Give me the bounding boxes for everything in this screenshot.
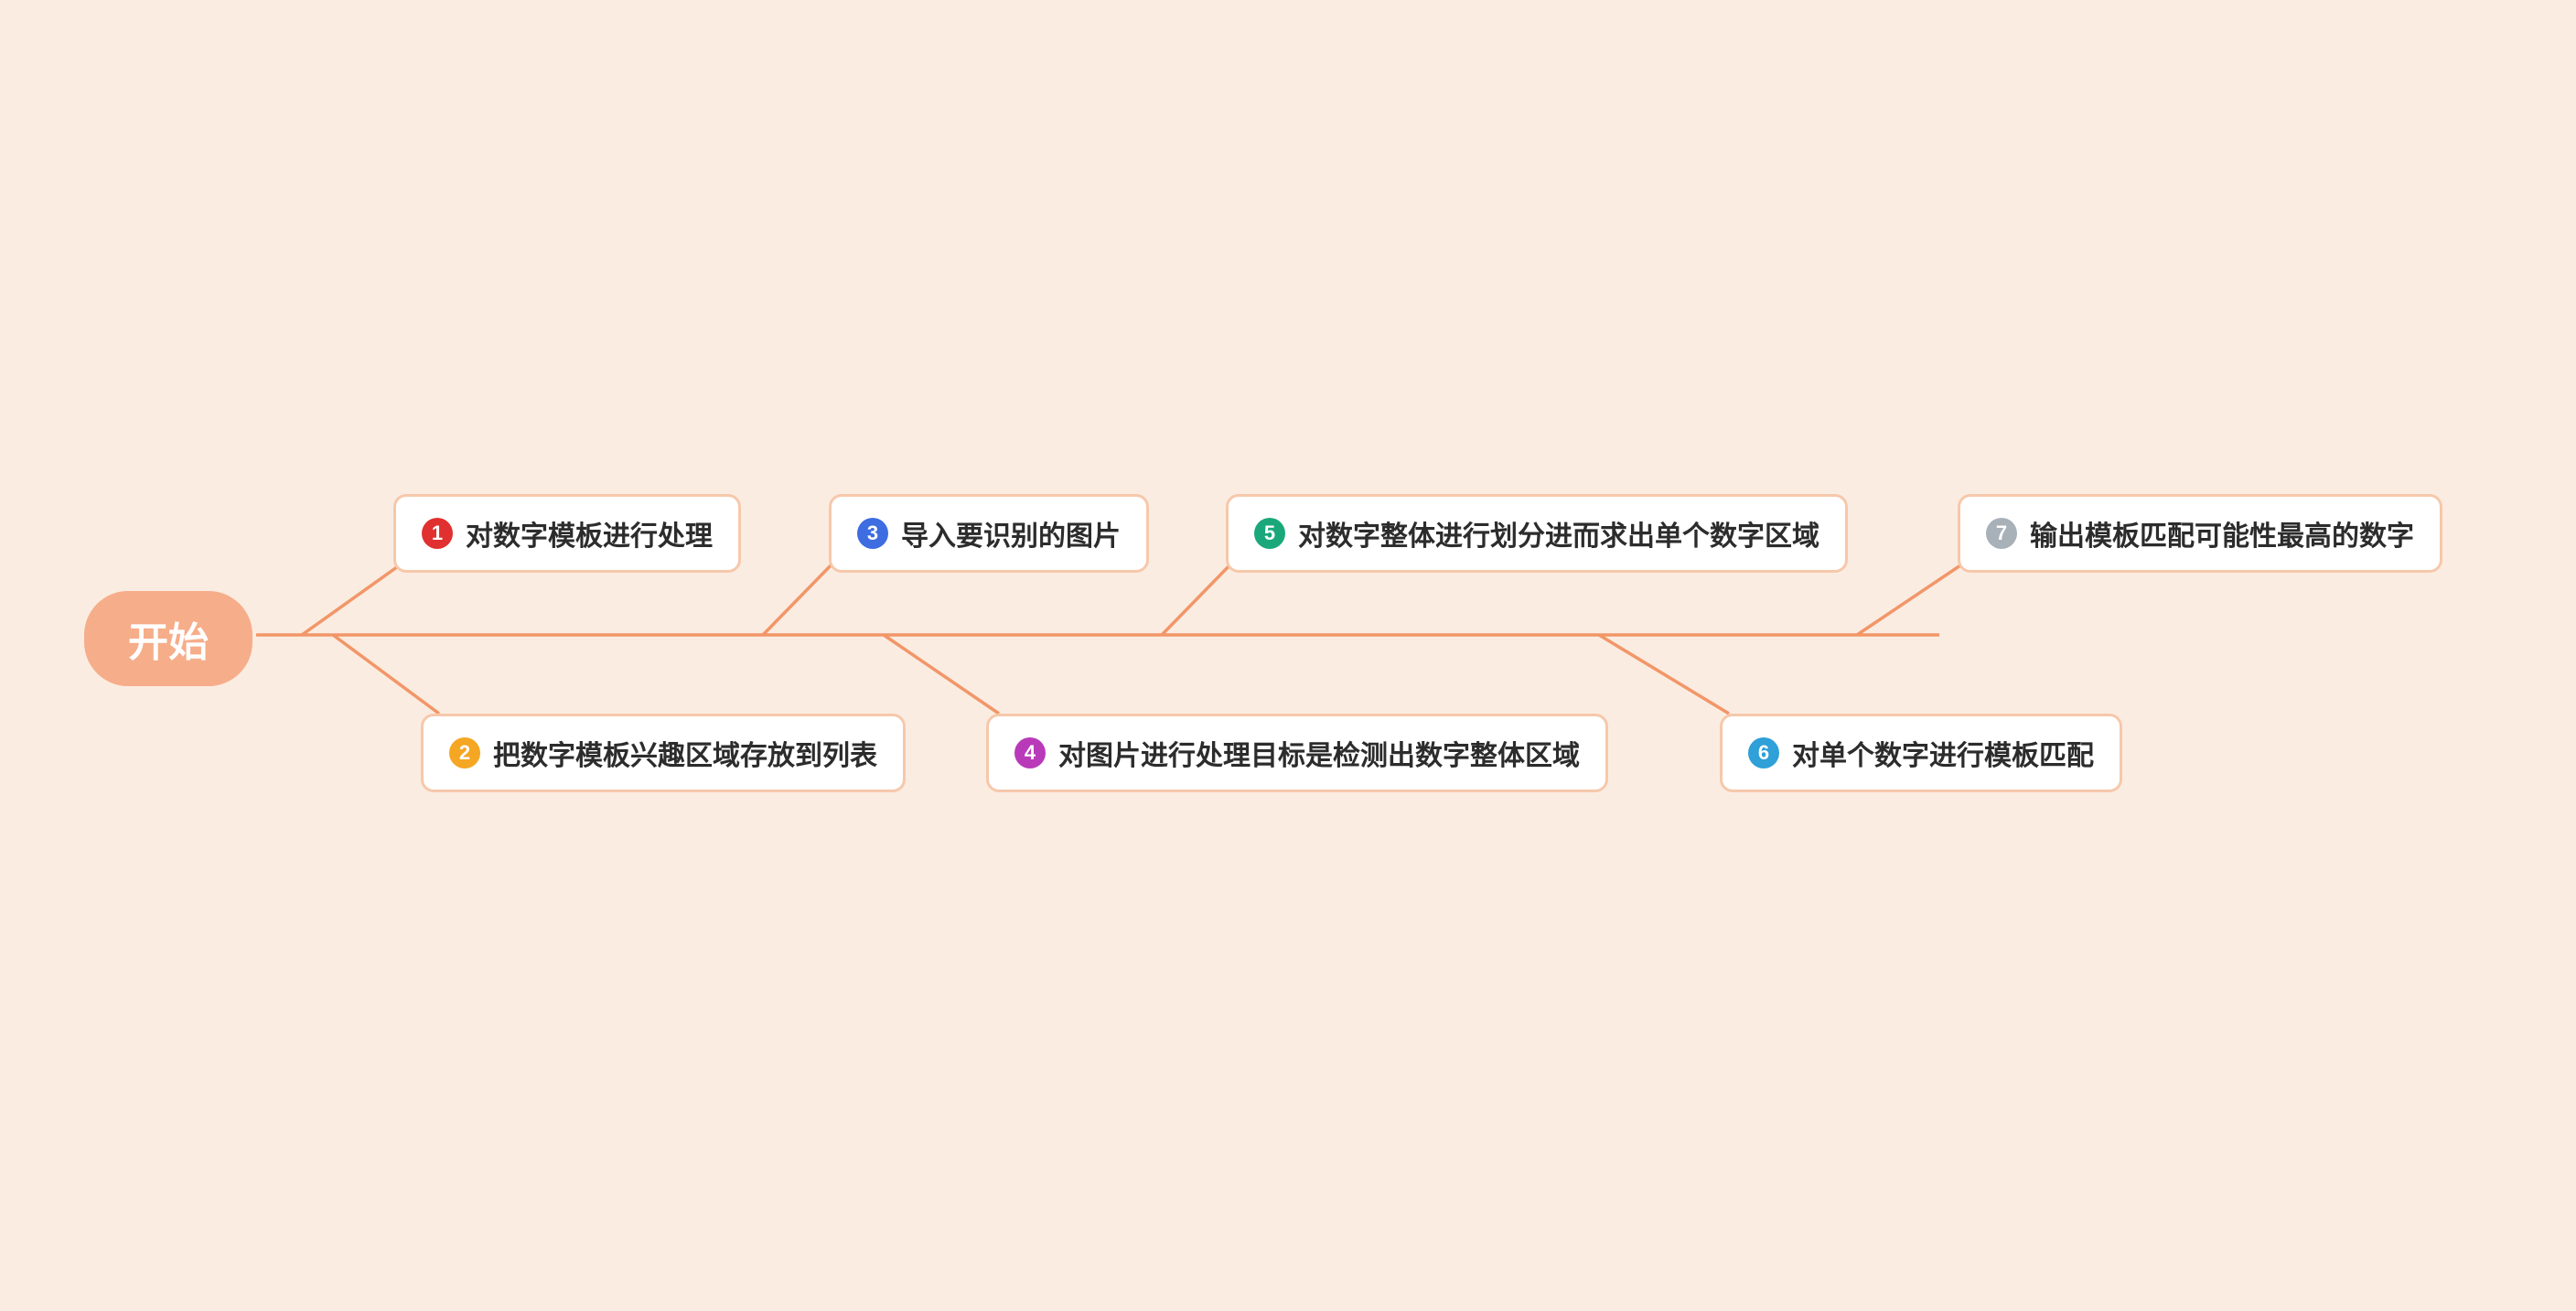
step-badge-5: 5 bbox=[1254, 518, 1285, 549]
step-badge-2: 2 bbox=[449, 737, 480, 768]
step-text-2: 把数字模板兴趣区域存放到列表 bbox=[493, 733, 877, 773]
step-num-7: 7 bbox=[1996, 521, 2007, 545]
step-num-2: 2 bbox=[459, 741, 470, 765]
root-label: 开始 bbox=[128, 609, 209, 668]
step-num-4: 4 bbox=[1025, 741, 1036, 765]
step-text-4: 对图片进行处理目标是检测出数字整体区域 bbox=[1058, 733, 1580, 773]
fishbone-diagram: 开始 1 对数字模板进行处理 3 导入要识别的图片 5 对数字整体进行划分进而求… bbox=[0, 0, 2576, 1311]
step-badge-3: 3 bbox=[857, 518, 888, 549]
step-node-6[interactable]: 6 对单个数字进行模板匹配 bbox=[1720, 714, 2122, 792]
step-node-5[interactable]: 5 对数字整体进行划分进而求出单个数字区域 bbox=[1226, 494, 1848, 573]
step-node-7[interactable]: 7 输出模板匹配可能性最高的数字 bbox=[1958, 494, 2442, 573]
step-node-3[interactable]: 3 导入要识别的图片 bbox=[829, 494, 1149, 573]
step-node-4[interactable]: 4 对图片进行处理目标是检测出数字整体区域 bbox=[986, 714, 1608, 792]
step-num-5: 5 bbox=[1264, 521, 1275, 545]
step-badge-7: 7 bbox=[1986, 518, 2017, 549]
step-num-3: 3 bbox=[867, 521, 878, 545]
step-num-1: 1 bbox=[432, 521, 443, 545]
step-text-6: 对单个数字进行模板匹配 bbox=[1792, 733, 2094, 773]
step-text-7: 输出模板匹配可能性最高的数字 bbox=[2030, 513, 2414, 553]
step-badge-1: 1 bbox=[422, 518, 453, 549]
step-text-5: 对数字整体进行划分进而求出单个数字区域 bbox=[1298, 513, 1819, 553]
step-text-1: 对数字模板进行处理 bbox=[466, 513, 713, 553]
step-node-1[interactable]: 1 对数字模板进行处理 bbox=[393, 494, 741, 573]
step-text-3: 导入要识别的图片 bbox=[901, 513, 1121, 553]
root-node[interactable]: 开始 bbox=[84, 591, 252, 686]
connector-lines bbox=[0, 0, 2576, 1311]
step-badge-4: 4 bbox=[1014, 737, 1046, 768]
step-node-2[interactable]: 2 把数字模板兴趣区域存放到列表 bbox=[421, 714, 906, 792]
step-badge-6: 6 bbox=[1748, 737, 1779, 768]
step-num-6: 6 bbox=[1758, 741, 1769, 765]
